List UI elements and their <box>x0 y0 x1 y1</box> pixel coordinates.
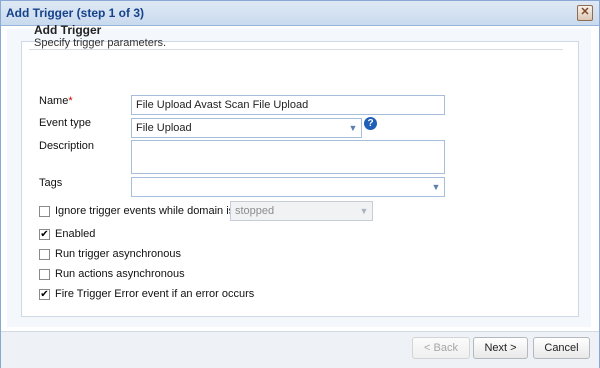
async-actions-checkbox[interactable] <box>39 269 50 280</box>
cancel-button[interactable]: Cancel <box>533 337 590 359</box>
ignore-label: Ignore trigger events while domain is <box>55 205 235 217</box>
chevron-down-icon[interactable]: ▼ <box>345 119 361 137</box>
description-label: Description <box>39 140 95 152</box>
description-textarea[interactable] <box>131 140 445 174</box>
name-label: Name* <box>39 95 73 107</box>
back-button[interactable]: < Back <box>412 337 470 359</box>
dialog-footer: < Back Next > Cancel <box>1 331 599 368</box>
section-divider <box>29 49 563 50</box>
fire-error-label: Fire Trigger Error event if an error occ… <box>55 288 255 300</box>
event-type-value: File Upload <box>136 122 192 134</box>
section-title: Add Trigger <box>34 23 102 37</box>
chevron-down-icon[interactable]: ▼ <box>428 178 444 196</box>
async-actions-label: Run actions asynchronous <box>55 268 185 280</box>
enabled-label: Enabled <box>55 228 96 240</box>
enabled-checkbox[interactable]: ✔ <box>39 229 50 240</box>
event-type-select[interactable]: File Upload ▼ <box>131 118 362 138</box>
dialog-title: Add Trigger (step 1 of 3) <box>6 6 145 20</box>
async-trigger-checkbox[interactable] <box>39 249 50 260</box>
ignore-checkbox[interactable] <box>39 206 50 217</box>
tags-label: Tags <box>39 177 63 189</box>
section-subtitle: Specify trigger parameters. <box>34 37 167 49</box>
add-trigger-dialog: Add Trigger (step 1 of 3) ✕ Add Trigger … <box>0 0 600 368</box>
domain-state-value: stopped <box>235 205 275 217</box>
fire-error-checkbox[interactable]: ✔ <box>39 289 50 300</box>
name-label-text: Name <box>39 95 69 107</box>
chevron-down-icon: ▼ <box>359 206 369 216</box>
async-trigger-label: Run trigger asynchronous <box>55 248 181 260</box>
help-icon[interactable]: ? <box>364 117 377 130</box>
tags-select[interactable]: ▼ <box>131 177 445 197</box>
close-icon[interactable]: ✕ <box>577 5 593 21</box>
event-type-label: Event type <box>39 117 91 129</box>
name-input[interactable]: File Upload Avast Scan File Upload <box>131 95 445 115</box>
domain-state-select[interactable]: stopped ▼ <box>230 201 373 221</box>
name-input-value: File Upload Avast Scan File Upload <box>136 99 309 111</box>
required-marker: * <box>68 95 73 107</box>
next-button[interactable]: Next > <box>473 337 528 359</box>
